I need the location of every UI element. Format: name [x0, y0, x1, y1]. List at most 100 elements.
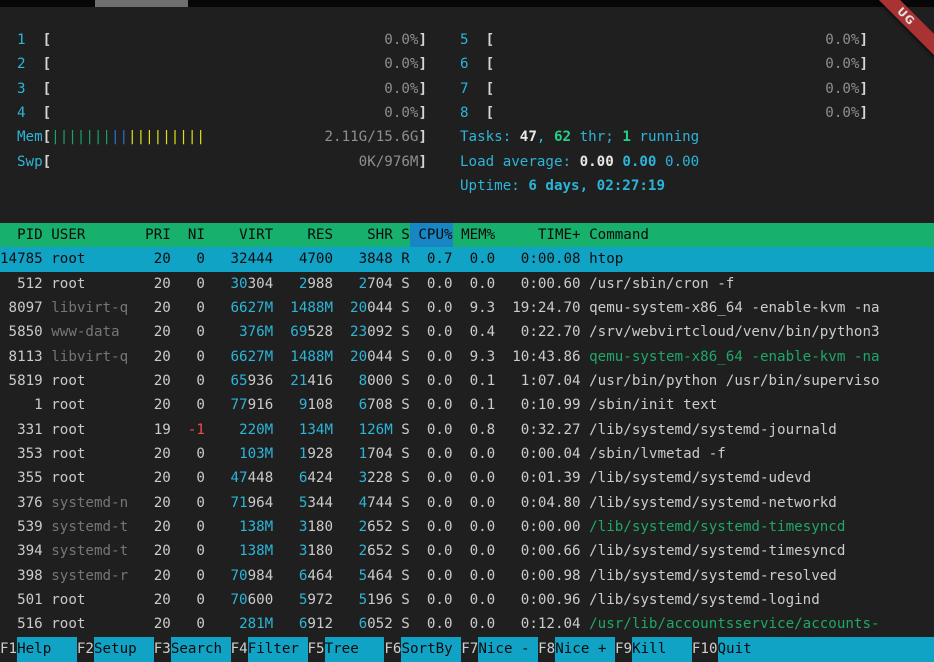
- cell-cpu-percent: 0.0: [418, 515, 452, 539]
- cell-mem-percent: 0.0: [461, 515, 495, 539]
- cell-time: 0:32.27: [504, 418, 581, 442]
- fkey-name: F2: [77, 637, 94, 662]
- load-segment: Load average:: [460, 154, 580, 170]
- fkey-button[interactable]: F10 Quit: [692, 637, 777, 662]
- process-row[interactable]: 394 systemd-t 20 0 138M 3180 2652 S 0.0 …: [0, 539, 934, 563]
- cell-user: libvirt-q: [51, 296, 128, 320]
- cell-ni: -1: [179, 418, 205, 442]
- column-header-pid[interactable]: PID: [0, 223, 43, 247]
- cell-pid: 394: [0, 539, 43, 563]
- cpu-number: 7: [460, 77, 469, 101]
- cell-ni: 0: [179, 466, 205, 490]
- cell-mem-percent: 0.0: [461, 272, 495, 296]
- cell-command: /lib/systemd/systemd-journald: [589, 418, 934, 442]
- cell-cpu-percent: 0.0: [418, 418, 452, 442]
- cell-cpu-percent: 0.0: [418, 564, 452, 588]
- cell-res: 6424: [282, 466, 333, 490]
- cell-pri: 20: [137, 466, 171, 490]
- scrollbar-thumb[interactable]: [95, 0, 188, 7]
- cell-res: 3180: [282, 539, 333, 563]
- process-row[interactable]: 14785 root 20 0 32444 4700 3848 R 0.7 0.…: [0, 247, 934, 271]
- cell-user: root: [51, 442, 128, 466]
- column-header-virt[interactable]: VIRT: [213, 223, 273, 247]
- process-row[interactable]: 353 root 20 0 103M 1928 1704 S 0.0 0.0 0…: [0, 442, 934, 466]
- cell-res: 9108: [282, 393, 333, 417]
- fkey-name: F1: [0, 637, 17, 662]
- fkey-button[interactable]: F3 Search: [154, 637, 231, 662]
- spacer: [26, 101, 43, 125]
- cell-shr: 2652: [342, 539, 393, 563]
- cell-mem-percent: 0.0: [461, 588, 495, 612]
- fkey-button[interactable]: F2 Setup: [77, 637, 154, 662]
- spacer: [26, 28, 43, 52]
- cell-res: 1488M: [282, 296, 333, 320]
- column-header-user[interactable]: USER: [51, 223, 128, 247]
- process-row[interactable]: 1 root 20 0 77916 9108 6708 S 0.0 0.1 0:…: [0, 393, 934, 417]
- fkey-name: F4: [231, 637, 248, 662]
- column-header-mem[interactable]: MEM%: [461, 223, 495, 247]
- cpu-number: 1: [17, 28, 26, 52]
- cell-time: 0:00.08: [504, 247, 581, 271]
- column-header-command[interactable]: Command: [589, 223, 934, 247]
- memory-bar: ||||||||||||||||||: [51, 125, 324, 149]
- cell-command: /usr/sbin/cron -f: [589, 272, 934, 296]
- fkey-button[interactable]: F1 Help: [0, 637, 77, 662]
- memory-meter: Mem [ |||||||||||||||||| 2.11G/15.6G ]: [17, 125, 427, 149]
- cell-res: 6912: [282, 612, 333, 636]
- process-row[interactable]: 376 systemd-n 20 0 71964 5344 4744 S 0.0…: [0, 491, 934, 515]
- cell-state: S: [401, 320, 410, 344]
- cell-user: systemd-r: [51, 564, 128, 588]
- process-row[interactable]: 331 root 19 -1 220M 134M 126M S 0.0 0.8 …: [0, 418, 934, 442]
- process-row[interactable]: 5819 root 20 0 65936 21416 8000 S 0.0 0.…: [0, 369, 934, 393]
- cell-mem-percent: 0.1: [461, 369, 495, 393]
- cell-pri: 20: [137, 564, 171, 588]
- cpu-number: 5: [460, 28, 469, 52]
- meter-open-bracket: [: [486, 77, 495, 101]
- column-header-time[interactable]: TIME+: [504, 223, 581, 247]
- process-row[interactable]: 539 systemd-t 20 0 138M 3180 2652 S 0.0 …: [0, 515, 934, 539]
- fkey-button[interactable]: F7 Nice -: [461, 637, 538, 662]
- cell-time: 0:00.04: [504, 442, 581, 466]
- function-key-bar: F1 Help F2 Setup F3 Search F4 Filter F5 …: [0, 637, 934, 662]
- cell-pid: 1: [0, 393, 43, 417]
- meter-close-bracket: ]: [418, 125, 427, 149]
- fkey-button[interactable]: F8 Nice +: [538, 637, 615, 662]
- cell-shr: 2704: [342, 272, 393, 296]
- cpu-percent: 0.0%: [825, 77, 859, 101]
- column-header-ni[interactable]: NI: [179, 223, 205, 247]
- memory-bar-segment: |||||||||: [128, 129, 205, 145]
- column-header-pri[interactable]: PRI: [137, 223, 171, 247]
- fkey-button[interactable]: F6 SortBy: [384, 637, 461, 662]
- meter-bar: [494, 101, 825, 125]
- cell-shr: 5196: [342, 588, 393, 612]
- fkey-button[interactable]: F5 Tree: [308, 637, 385, 662]
- process-row[interactable]: 501 root 20 0 70600 5972 5196 S 0.0 0.0 …: [0, 588, 934, 612]
- cell-virt: 138M: [213, 539, 273, 563]
- fkey-button[interactable]: F9 Kill: [615, 637, 692, 662]
- cpu-percent: 0.0%: [384, 28, 418, 52]
- cell-pid: 8113: [0, 345, 43, 369]
- meter-bar: [51, 52, 384, 76]
- fkey-button[interactable]: F4 Filter: [231, 637, 308, 662]
- column-header-shr[interactable]: SHR: [342, 223, 393, 247]
- process-row[interactable]: 8097 libvirt-q 20 0 6627M 1488M 20044 S …: [0, 296, 934, 320]
- cell-ni: 0: [179, 588, 205, 612]
- cpu-number: 2: [17, 52, 26, 76]
- column-header-res[interactable]: RES: [282, 223, 333, 247]
- process-row[interactable]: 398 systemd-r 20 0 70984 6464 5464 S 0.0…: [0, 564, 934, 588]
- cpu-meter: 2 [ 0.0% ]: [17, 52, 427, 76]
- cell-command: /sbin/init text: [589, 393, 934, 417]
- process-row[interactable]: 512 root 20 0 30304 2988 2704 S 0.0 0.0 …: [0, 272, 934, 296]
- process-row[interactable]: 5850 www-data 20 0 376M 69528 23092 S 0.…: [0, 320, 934, 344]
- tasks-segment: thr;: [571, 129, 622, 145]
- cell-virt: 281M: [213, 612, 273, 636]
- process-row[interactable]: 516 root 20 0 281M 6912 6052 S 0.0 0.0 0…: [0, 612, 934, 636]
- process-row[interactable]: 355 root 20 0 47448 6424 3228 S 0.0 0.0 …: [0, 466, 934, 490]
- cell-shr: 20044: [342, 345, 393, 369]
- process-row[interactable]: 8113 libvirt-q 20 0 6627M 1488M 20044 S …: [0, 345, 934, 369]
- cell-mem-percent: 0.0: [461, 491, 495, 515]
- memory-label: Mem: [17, 125, 43, 149]
- column-header-cpu-sort[interactable]: CPU%: [410, 223, 453, 247]
- cell-state: S: [401, 564, 410, 588]
- column-header-state[interactable]: S: [401, 223, 410, 247]
